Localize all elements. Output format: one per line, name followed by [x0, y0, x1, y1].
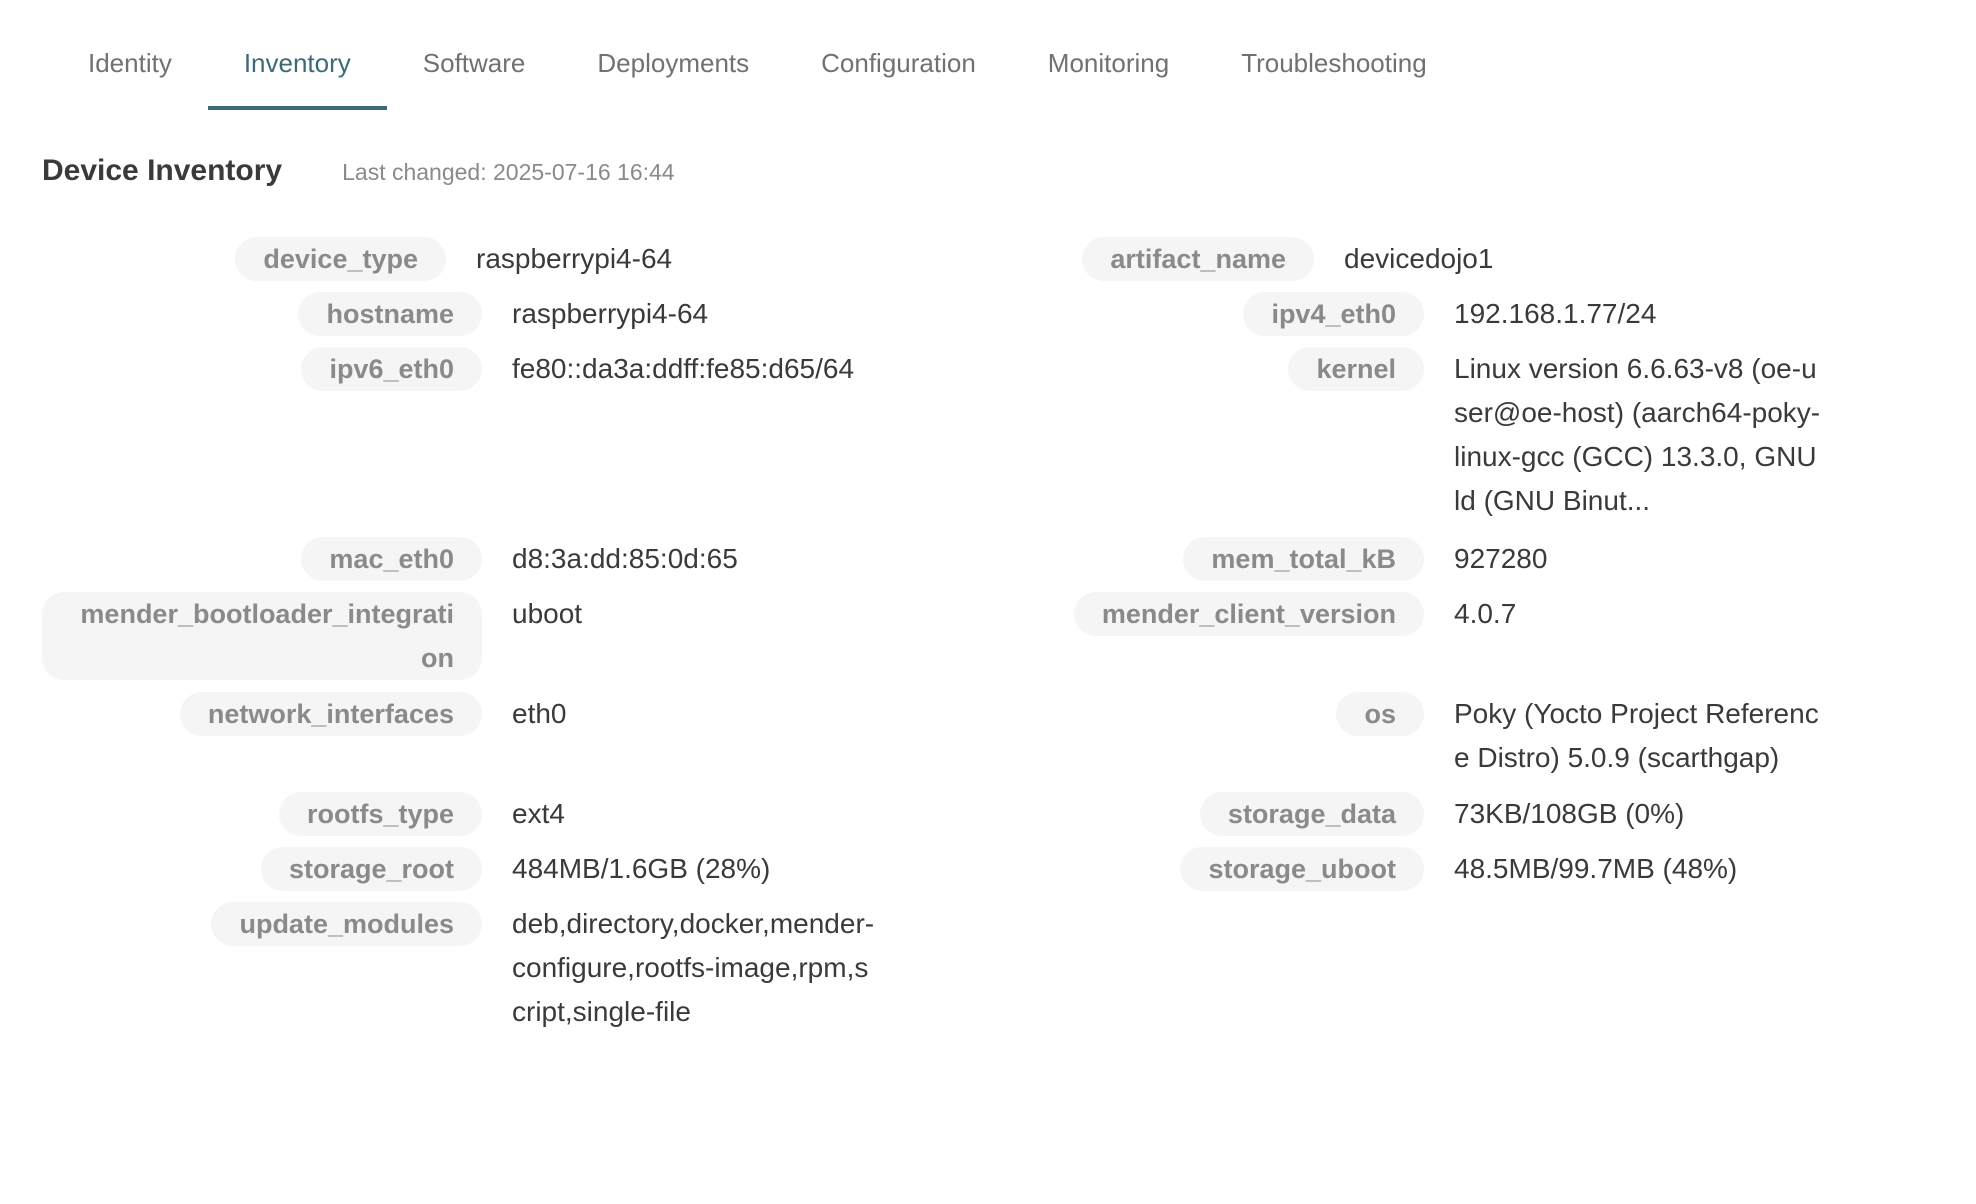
inventory-row: mac_eth0 d8:3a:dd:85:0d:65: [42, 537, 882, 581]
inventory-value: raspberrypi4-64: [512, 298, 709, 329]
inventory-value: ext4: [512, 798, 565, 829]
inventory-key: mem_total_kB: [1183, 537, 1424, 581]
inventory-key: mac_eth0: [301, 537, 482, 581]
inventory-row: ipv6_eth0 fe80::da3a:ddff:fe85:d65/64: [42, 347, 882, 391]
inventory-value: Linux version 6.6.63-v8 (oe-user@oe-host…: [1454, 353, 1821, 516]
tab-troubleshooting[interactable]: Troubleshooting: [1205, 36, 1463, 96]
inventory-row: storage_data 73KB/108GB (0%): [1064, 792, 1824, 836]
tab-software[interactable]: Software: [387, 36, 562, 96]
inventory-value: Poky (Yocto Project Reference Distro) 5.…: [1454, 698, 1819, 773]
inventory-key: artifact_name: [1082, 237, 1314, 281]
inventory-value: uboot: [512, 598, 583, 629]
inventory-key: storage_root: [260, 847, 482, 891]
tab-monitoring[interactable]: Monitoring: [1012, 36, 1205, 96]
inventory-row: storage_uboot 48.5MB/99.7MB (48%): [1064, 847, 1824, 891]
inventory-row: hostname raspberrypi4-64: [42, 292, 882, 336]
inventory-row: os Poky (Yocto Project Reference Distro)…: [1064, 692, 1824, 780]
inventory-value: 4.0.7: [1454, 598, 1517, 629]
tab-configuration[interactable]: Configuration: [785, 36, 1012, 96]
inventory-row: mender_bootloader_integration uboot: [42, 592, 882, 680]
inventory-value: 73KB/108GB (0%): [1454, 798, 1685, 829]
tab-deployments[interactable]: Deployments: [561, 36, 785, 96]
inventory-key: hostname: [298, 292, 482, 336]
tab-identity[interactable]: Identity: [52, 36, 208, 96]
inventory-key: device_type: [235, 237, 446, 281]
inventory-value: raspberrypi4-64: [476, 243, 673, 274]
inventory-row: update_modules deb,directory,docker,mend…: [42, 902, 882, 1034]
inventory-key: ipv6_eth0: [301, 347, 482, 391]
inventory-key: rootfs_type: [278, 792, 482, 836]
inventory-row: kernel Linux version 6.6.63-v8 (oe-user@…: [1064, 347, 1824, 523]
inventory-value: d8:3a:dd:85:0d:65: [512, 543, 738, 574]
inventory-row: mem_total_kB 927280: [1064, 537, 1824, 581]
inventory-key: ipv4_eth0: [1243, 292, 1424, 336]
tab-bar: Identity Inventory Software Deployments …: [52, 36, 1463, 110]
inventory-value: 484MB/1.6GB (28%): [512, 853, 771, 884]
inventory-row: device_type raspberrypi4-64: [230, 237, 866, 281]
inventory-value: deb,directory,docker,mender-configure,ro…: [512, 908, 875, 1027]
inventory-value: fe80::da3a:ddff:fe85:d65/64: [512, 353, 855, 384]
page-title: Device Inventory: [42, 154, 283, 187]
inventory-key: storage_data: [1199, 792, 1424, 836]
inventory-row: rootfs_type ext4: [42, 792, 882, 836]
tab-inventory[interactable]: Inventory: [207, 36, 387, 110]
inventory-value: 48.5MB/99.7MB (48%): [1454, 853, 1738, 884]
inventory-key: mender_bootloader_integration: [42, 592, 482, 680]
inventory-key: update_modules: [211, 902, 482, 946]
inventory-row: ipv4_eth0 192.168.1.77/24: [1064, 292, 1824, 336]
inventory-value: devicedojo1: [1344, 243, 1494, 274]
inventory-key: storage_uboot: [1180, 847, 1424, 891]
inventory-row: storage_root 484MB/1.6GB (28%): [42, 847, 882, 891]
inventory-value: 927280: [1454, 543, 1548, 574]
inventory-value: eth0: [512, 698, 567, 729]
inventory-row: mender_client_version 4.0.7: [1064, 592, 1824, 636]
last-changed-text: Last changed: 2025-07-16 16:44: [342, 159, 675, 185]
inventory-key: mender_client_version: [1073, 592, 1424, 636]
inventory-row: network_interfaces eth0: [42, 692, 882, 736]
inventory-key: kernel: [1288, 347, 1424, 391]
inventory-row: artifact_name devicedojo1: [1070, 237, 1754, 281]
inventory-value: 192.168.1.77/24: [1454, 298, 1657, 329]
inventory-key: os: [1336, 692, 1424, 736]
inventory-header: Device Inventory Last changed: 2025-07-1…: [42, 154, 675, 188]
inventory-key: network_interfaces: [179, 692, 482, 736]
